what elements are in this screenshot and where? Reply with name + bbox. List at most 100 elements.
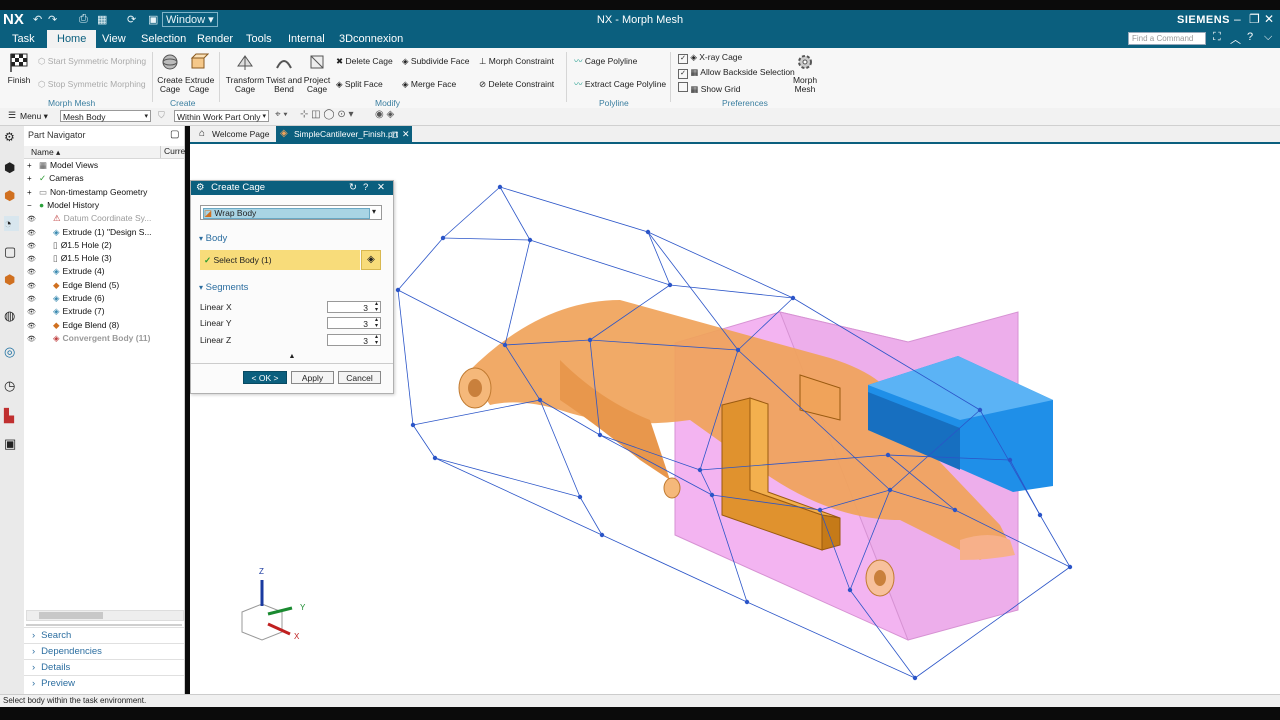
twist-and-bend-button[interactable]: Twist and Bend xyxy=(266,52,302,94)
tree-item[interactable]: 👁 ◈ Extrude (1) "Design S... xyxy=(27,226,152,239)
tab-view[interactable]: View xyxy=(102,33,126,45)
cage-vertex[interactable] xyxy=(709,492,715,498)
expand-toggle-icon[interactable]: + xyxy=(27,172,37,185)
morph-constraint-button[interactable]: ⊥ Morph Constraint xyxy=(479,56,554,67)
column-name[interactable]: Name ▴ xyxy=(31,147,60,158)
panel-dependencies[interactable]: › Dependencies xyxy=(24,643,184,660)
subdivide-face-button[interactable]: ◈ Subdivide Face xyxy=(402,56,470,67)
split-face-button[interactable]: ◈ Split Face xyxy=(336,79,383,90)
close-tab-icon[interactable]: ✕ xyxy=(402,126,410,142)
help-icon[interactable]: ? xyxy=(363,181,368,195)
cage-vertex[interactable] xyxy=(440,235,446,241)
allow-backside-selection-checkbox[interactable]: ✓ ▦ Allow Backside Selection xyxy=(678,67,795,79)
expand-toggle-icon[interactable]: + xyxy=(27,186,37,199)
body-section-header[interactable]: ▾ Body xyxy=(199,233,227,244)
tree-item[interactable]: 👁 ▯ Ø1.5 Hole (2) xyxy=(27,239,112,252)
cage-vertex[interactable] xyxy=(502,342,508,348)
panel-details[interactable]: › Details xyxy=(24,659,184,676)
help-icon[interactable]: ? xyxy=(1247,31,1253,43)
type-filter-select[interactable]: Mesh Body ▾ xyxy=(60,110,151,122)
roles-icon[interactable]: ▣ xyxy=(4,436,19,451)
tab-home[interactable]: Home xyxy=(47,30,97,48)
extract-cage-polyline-button[interactable]: 〰 Extract Cage Polyline xyxy=(574,79,666,90)
reset-icon[interactable]: ↻ xyxy=(349,181,357,195)
visibility-icon[interactable]: 👁 xyxy=(27,280,51,293)
assembly-navigator-icon[interactable]: ⬢ xyxy=(4,160,19,175)
cage-vertex[interactable] xyxy=(885,452,891,458)
globe-icon[interactable]: ◎ xyxy=(4,344,19,359)
visibility-icon[interactable]: 👁 xyxy=(27,306,51,319)
cage-vertex[interactable] xyxy=(1037,512,1043,518)
expand-toggle-icon[interactable]: + xyxy=(27,159,37,172)
select-body-field[interactable]: ✓ Select Body (1) xyxy=(200,250,360,270)
cage-vertex[interactable] xyxy=(395,287,401,293)
hd3d-tools-icon[interactable]: ⬢ xyxy=(4,272,19,287)
tree-item[interactable]: − ● Model History xyxy=(27,199,99,212)
tree-item[interactable]: 👁 ▯ Ø1.5 Hole (3) xyxy=(27,252,112,265)
menu-button[interactable]: Menu ▾ xyxy=(20,111,48,122)
cage-vertex[interactable] xyxy=(1067,564,1073,570)
snap-icon[interactable]: ⌖ ▾ xyxy=(275,109,288,120)
segments-section-header[interactable]: ▾ Segments xyxy=(199,282,248,293)
history-icon[interactable]: ◷ xyxy=(4,378,19,393)
ok-button[interactable]: < OK > xyxy=(243,371,287,384)
cage-vertex[interactable] xyxy=(952,507,958,513)
delete-constraint-button[interactable]: ⊘ Delete Constraint xyxy=(479,79,554,90)
visibility-icon[interactable]: 👁 xyxy=(27,213,51,226)
type-select[interactable]: ◪ Wrap Body ▾ xyxy=(200,205,382,220)
tree-item[interactable]: 👁 ◈ Convergent Body (11) xyxy=(27,332,150,345)
project-cage-button[interactable]: Project Cage xyxy=(303,52,331,94)
linear-x-input[interactable]: 3 ▴ ▾ xyxy=(327,301,381,313)
visibility-icon[interactable]: 👁 xyxy=(27,320,51,333)
tab-internal[interactable]: Internal xyxy=(288,33,325,45)
minimize-icon[interactable]: – xyxy=(1234,12,1241,26)
collapse-more-icon[interactable]: ▲ xyxy=(191,353,393,364)
cage-vertex[interactable] xyxy=(1007,457,1013,463)
restore-icon[interactable]: ❐ xyxy=(1249,12,1260,26)
cage-vertex[interactable] xyxy=(645,229,651,235)
cage-vertex[interactable] xyxy=(410,422,416,428)
tree-item[interactable]: 👁 ◆ Edge Blend (5) xyxy=(27,279,119,292)
tree-item[interactable]: 👁 ◈ Extrude (7) xyxy=(27,305,105,318)
visibility-icon[interactable]: 👁 xyxy=(27,333,51,346)
maximize-icon[interactable]: ▢ xyxy=(170,129,179,140)
search-icon[interactable]: ⚲ xyxy=(1194,32,1202,45)
pin-icon[interactable]: ◻ xyxy=(391,126,398,142)
tree-item[interactable]: 👁 ◆ Edge Blend (8) xyxy=(27,319,119,332)
tree-item[interactable]: 👁 ⚠ Datum Coordinate Sy... xyxy=(27,212,151,225)
part-navigator-icon[interactable]: ◔ xyxy=(4,216,19,231)
delete-cage-button[interactable]: ✖ Delete Cage xyxy=(336,56,393,67)
xray-cage-checkbox[interactable]: ✓ ◈ X-ray Cage xyxy=(678,52,742,64)
scrollbar-thumb[interactable] xyxy=(39,612,103,619)
morph-mesh-button[interactable]: Morph Mesh xyxy=(790,52,820,94)
cage-vertex[interactable] xyxy=(744,599,750,605)
column-current[interactable]: Curre xyxy=(160,146,185,158)
linear-y-input[interactable]: 3 ▴ ▾ xyxy=(327,317,381,329)
tab-render[interactable]: Render xyxy=(197,33,233,45)
tab-task[interactable]: Task xyxy=(12,33,35,45)
cage-vertex[interactable] xyxy=(697,467,703,473)
cage-vertex[interactable] xyxy=(977,407,983,413)
visibility-icon[interactable]: 👁 xyxy=(27,227,51,240)
web-browser-icon[interactable]: ◍ xyxy=(4,308,19,323)
tree-item[interactable]: + ▭ Non-timestamp Geometry xyxy=(27,186,147,199)
collapse-icon[interactable]: ︿ xyxy=(1230,31,1241,47)
select-body-icon[interactable]: ◈ xyxy=(361,250,381,270)
view-icons[interactable]: ◉ ◈ xyxy=(375,109,394,120)
tab-tools[interactable]: Tools xyxy=(246,33,272,45)
panel-preview[interactable]: › Preview xyxy=(24,675,184,692)
tab-welcome-page[interactable]: ⌂ Welcome Page xyxy=(194,126,276,142)
cage-vertex[interactable] xyxy=(599,532,605,538)
select-icons[interactable]: ⊹ ◫ ◯ ⊙ ▾ xyxy=(300,109,354,120)
create-cage-button[interactable]: Create Cage xyxy=(156,52,184,94)
selection-scope-select[interactable]: Within Work Part Only ▾ xyxy=(174,110,269,122)
horizontal-scrollbar[interactable] xyxy=(26,610,184,621)
cage-vertex[interactable] xyxy=(577,494,583,500)
visibility-icon[interactable]: 👁 xyxy=(27,253,51,266)
constraint-navigator-icon[interactable]: ⬢ xyxy=(4,188,19,203)
visibility-icon[interactable]: 👁 xyxy=(27,240,51,253)
gear-icon[interactable]: ⚙ xyxy=(4,130,19,145)
cage-vertex[interactable] xyxy=(887,487,893,493)
tree-item[interactable]: + ▦ Model Views xyxy=(27,159,98,172)
expand-icon[interactable]: ⌵ xyxy=(1264,31,1272,44)
